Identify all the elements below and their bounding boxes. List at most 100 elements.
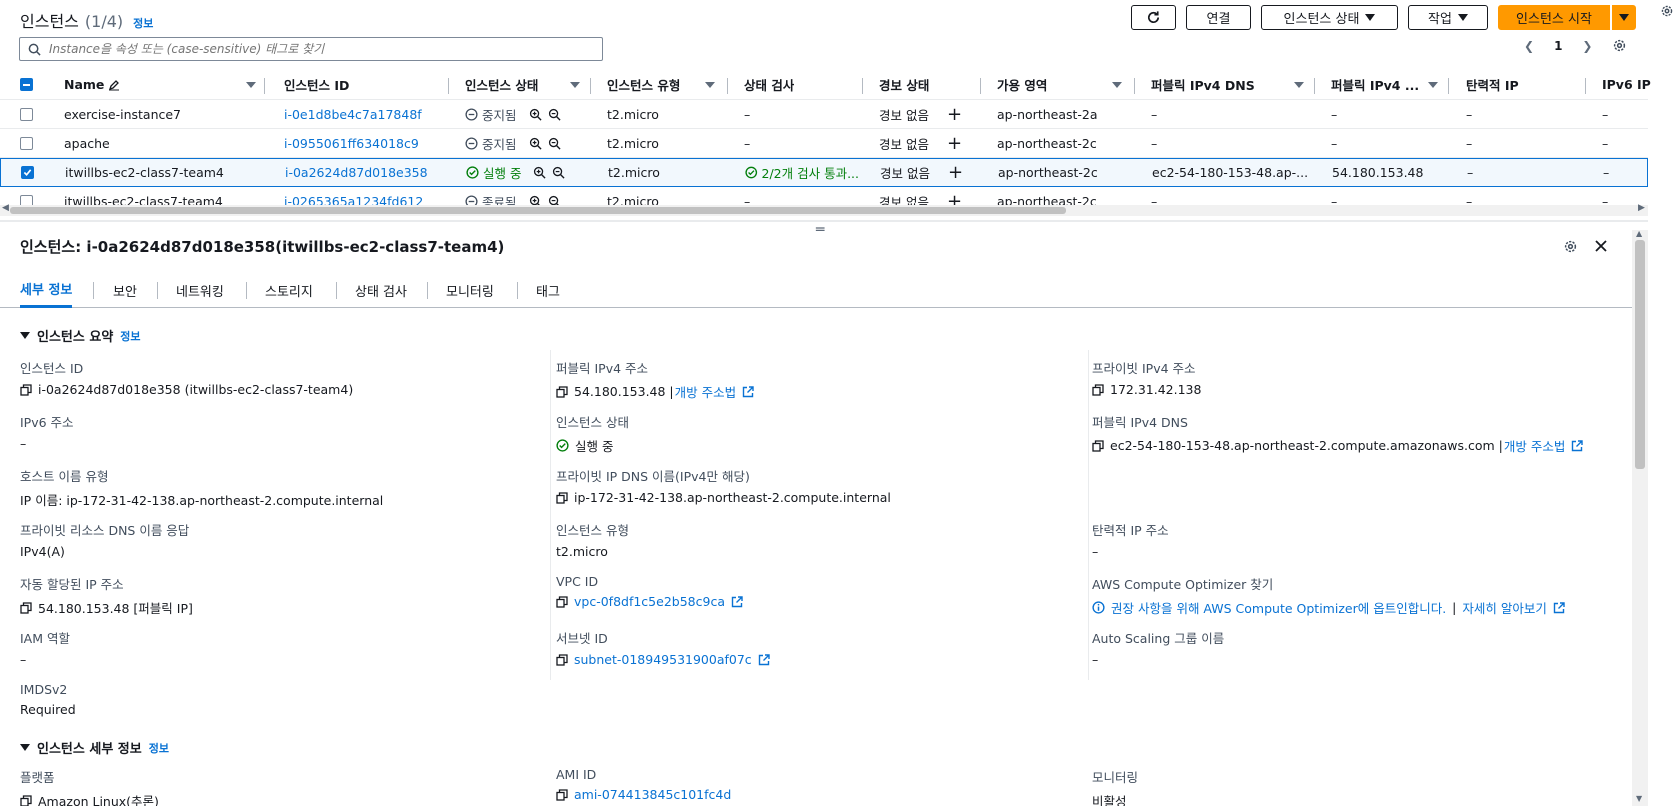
launch-options-dropdown[interactable] (1612, 5, 1636, 30)
refresh-button[interactable] (1131, 5, 1176, 30)
open-address-link[interactable]: 개방 주소법 (1504, 436, 1565, 455)
zoom-in-icon[interactable] (533, 166, 547, 179)
add-alarm-icon[interactable]: + (948, 162, 963, 183)
subnet-link[interactable]: subnet-018949531900af07c (574, 652, 752, 667)
column-public-ipv4[interactable]: 퍼블릭 IPv4 ... (1331, 70, 1419, 99)
gear-icon[interactable] (1660, 4, 1674, 18)
copy-icon[interactable] (20, 601, 32, 614)
sort-icon[interactable] (1428, 82, 1438, 88)
external-link-icon[interactable] (742, 385, 754, 398)
page-number[interactable]: 1 (1554, 39, 1562, 53)
info-link[interactable]: 정보 (149, 740, 169, 756)
info-link[interactable]: 정보 (133, 15, 153, 31)
launch-instances-button[interactable]: 인스턴스 시작 (1498, 5, 1610, 30)
sort-icon[interactable] (705, 82, 715, 88)
copy-icon[interactable] (1092, 383, 1104, 396)
ami-link[interactable]: ami-074413845c101fc4d (574, 787, 731, 802)
external-link-icon[interactable] (731, 595, 743, 608)
column-divider[interactable] (448, 78, 449, 94)
select-all-checkbox[interactable] (20, 70, 33, 99)
sort-icon[interactable] (1294, 82, 1304, 88)
prev-page-icon[interactable]: ❮ (1524, 39, 1534, 53)
external-link-icon[interactable] (1553, 601, 1565, 614)
cell-id[interactable]: i-0955061ff634018c9 (284, 129, 419, 157)
column-availability-zone[interactable]: 가용 영역 (997, 70, 1047, 99)
search-input[interactable] (49, 42, 569, 56)
column-divider[interactable] (264, 78, 265, 94)
sort-icon[interactable] (246, 82, 256, 88)
copy-icon[interactable] (556, 653, 568, 666)
add-alarm-icon[interactable]: + (947, 133, 962, 154)
column-instance-state[interactable]: 인스턴스 상태 (465, 70, 538, 99)
actions-dropdown[interactable]: 작업 (1408, 5, 1488, 30)
row-checkbox[interactable] (20, 100, 33, 128)
column-instance-id[interactable]: 인스턴스 ID (284, 70, 349, 99)
scrollbar-thumb[interactable] (10, 207, 1066, 214)
zoom-out-icon[interactable] (548, 108, 561, 121)
column-public-dns[interactable]: 퍼블릭 IPv4 DNS (1151, 70, 1255, 99)
learn-more-link[interactable]: 자세히 알아보기 (1462, 598, 1546, 617)
gear-icon[interactable] (1612, 38, 1627, 53)
column-name[interactable]: Name (64, 70, 244, 99)
scroll-left-icon[interactable]: ◀ (2, 203, 9, 213)
column-divider[interactable] (1314, 78, 1315, 94)
table-row[interactable]: apache i-0955061ff634018c9 중지됨 t2.micro – 경보 … (0, 129, 1648, 158)
tab-networking[interactable]: 네트워킹 (176, 272, 224, 308)
horizontal-scrollbar[interactable]: ◀ ▶ (0, 203, 1648, 216)
scroll-down-icon[interactable]: ▼ (1636, 794, 1642, 803)
tab-details[interactable]: 세부 정보 (20, 272, 73, 308)
copy-icon[interactable] (20, 383, 32, 396)
instance-summary-header[interactable]: 인스턴스 요약 정보 (20, 326, 141, 345)
table-row[interactable]: exercise-instance7 i-0e1d8be4c7a17848f 중지됨… (0, 100, 1648, 129)
sort-icon[interactable] (570, 82, 580, 88)
add-alarm-icon[interactable]: + (947, 104, 962, 125)
copy-icon[interactable] (556, 788, 568, 801)
copy-icon[interactable] (556, 385, 568, 398)
scroll-right-icon[interactable]: ▶ (1638, 203, 1645, 213)
instance-state-dropdown[interactable]: 인스턴스 상태 (1261, 5, 1398, 30)
info-link[interactable]: 정보 (120, 328, 140, 344)
copy-icon[interactable] (556, 491, 568, 504)
zoom-in-icon[interactable] (529, 108, 542, 121)
tab-storage[interactable]: 스토리지 (265, 272, 313, 308)
vpc-link[interactable]: vpc-0f8df1c5e2b58c9ca (574, 594, 725, 609)
search-box[interactable] (19, 37, 603, 61)
column-divider[interactable] (980, 78, 981, 94)
connect-button[interactable]: 연결 (1186, 5, 1251, 30)
tab-monitoring[interactable]: 모니터링 (446, 272, 494, 308)
optimizer-opt-in-link[interactable]: 권장 사항을 위해 AWS Compute Optimizer에 옵트인합니다. (1111, 598, 1446, 617)
column-divider[interactable] (1585, 78, 1586, 94)
row-checkbox[interactable] (20, 129, 33, 157)
column-alarm-status[interactable]: 경보 상태 (879, 70, 929, 99)
row-checkbox[interactable] (21, 159, 34, 186)
external-link-icon[interactable] (758, 653, 770, 666)
cell-id[interactable]: i-0e1d8be4c7a17848f (284, 100, 422, 128)
external-link-icon[interactable] (1571, 439, 1584, 452)
copy-icon[interactable] (20, 794, 32, 806)
zoom-out-icon[interactable] (552, 166, 566, 179)
scrollbar-thumb[interactable] (1635, 240, 1645, 469)
open-address-link[interactable]: 개방 주소법 (675, 382, 736, 401)
column-ipv6[interactable]: IPv6 IP (1602, 70, 1651, 99)
zoom-out-icon[interactable] (548, 137, 561, 150)
table-row[interactable]: itwillbs-ec2-class7-team4 i-0a2624d87d018… (0, 158, 1648, 187)
close-icon[interactable] (1594, 239, 1608, 253)
column-divider[interactable] (1134, 78, 1135, 94)
column-status-check[interactable]: 상태 검사 (744, 70, 794, 99)
tab-security[interactable]: 보안 (113, 272, 137, 308)
copy-icon[interactable] (556, 595, 568, 608)
column-instance-type[interactable]: 인스턴스 유형 (607, 70, 680, 99)
column-divider[interactable] (727, 78, 728, 94)
cell-id[interactable]: i-0a2624d87d018e358 (285, 159, 428, 186)
copy-icon[interactable] (1092, 439, 1104, 452)
column-elastic-ip[interactable]: 탄력적 IP (1466, 70, 1519, 99)
column-divider[interactable] (590, 78, 591, 94)
gear-icon[interactable] (1563, 239, 1578, 254)
instance-details-header[interactable]: 인스턴스 세부 정보 정보 (20, 738, 169, 757)
tab-status-checks[interactable]: 상태 검사 (355, 272, 407, 308)
next-page-icon[interactable]: ❯ (1582, 39, 1592, 53)
tab-tags[interactable]: 태그 (536, 272, 560, 308)
vertical-scrollbar[interactable]: ▲ ▼ (1632, 229, 1648, 806)
column-divider[interactable] (1448, 78, 1449, 94)
zoom-in-icon[interactable] (529, 137, 542, 150)
